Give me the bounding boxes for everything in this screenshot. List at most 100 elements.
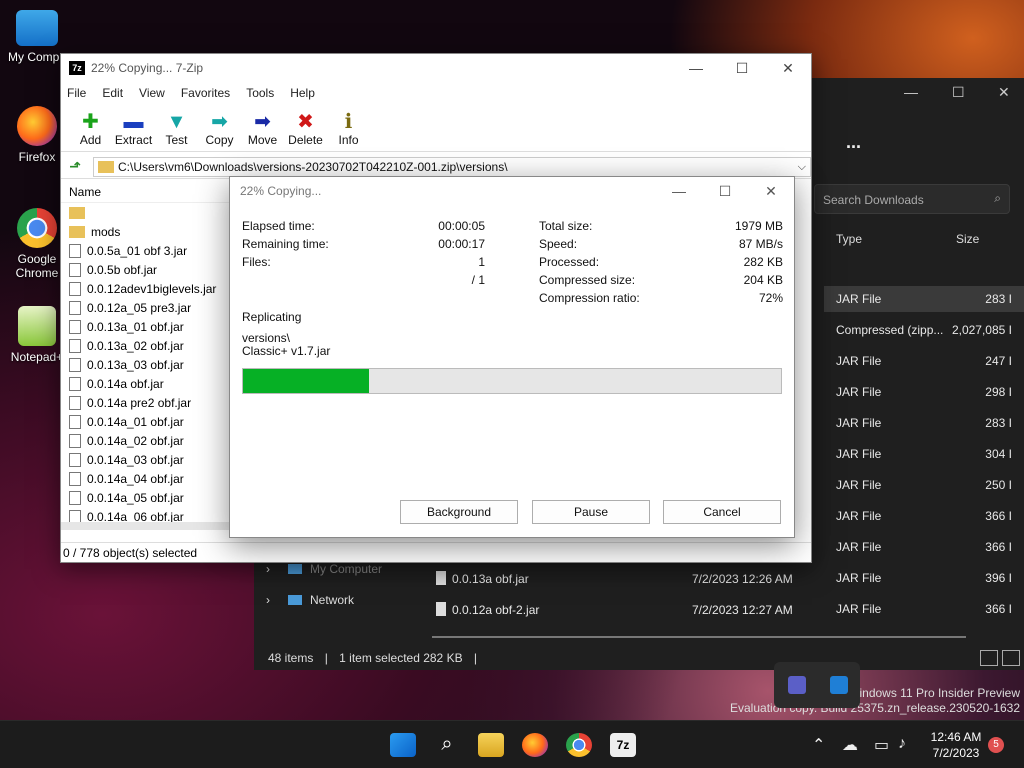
maximize-button[interactable]: ☐ bbox=[719, 54, 765, 82]
copy-button[interactable]: ➡ Copy bbox=[198, 111, 241, 147]
taskbar: ⌕ 7z ⌃ ☁ ▭ ♪ 12:46 AM 7/2/2023 5 bbox=[0, 720, 1024, 768]
column-header-name[interactable]: Name bbox=[61, 181, 231, 203]
file-icon bbox=[69, 452, 81, 467]
explorer-close-button[interactable]: ✕ bbox=[998, 84, 1010, 101]
up-folder-icon[interactable]: ⬏ bbox=[61, 158, 89, 175]
search-icon[interactable]: ⌕ bbox=[434, 733, 460, 757]
table-row[interactable]: JAR File 247 I bbox=[824, 348, 1024, 374]
menu-bar: File Edit View Favorites Tools Help bbox=[61, 82, 811, 104]
add-button[interactable]: ✚ Add bbox=[69, 111, 112, 147]
current-file: Classic+ v1.7.jar bbox=[242, 344, 331, 358]
list-item[interactable]: 0.0.13a_02 obf.jar bbox=[61, 336, 231, 355]
speaker-icon[interactable]: ♪ bbox=[898, 735, 906, 753]
address-path: C:\Users\vm6\Downloads\versions-20230702… bbox=[118, 160, 508, 174]
info-icon: ℹ bbox=[344, 111, 353, 133]
move-button[interactable]: ➡ Move bbox=[241, 111, 284, 147]
table-row[interactable]: JAR File 304 I bbox=[824, 441, 1024, 467]
list-item[interactable]: mods bbox=[61, 222, 231, 241]
copy-progress-bar bbox=[242, 368, 782, 394]
folder-icon bbox=[98, 161, 114, 173]
copying-dialog[interactable]: 22% Copying... — ☐ ✕ Elapsed time: 00:00… bbox=[229, 176, 795, 538]
system-clock[interactable]: 12:46 AM 7/2/2023 bbox=[924, 729, 988, 761]
cloud-off-icon[interactable]: ☁ bbox=[842, 735, 858, 755]
menu-view[interactable]: View bbox=[139, 86, 165, 100]
explorer-search-input[interactable]: Search Downloads ⌕ bbox=[814, 184, 1010, 214]
details-view-icon[interactable] bbox=[980, 650, 998, 666]
explorer-minimize-button[interactable]: — bbox=[904, 84, 918, 100]
table-row[interactable]: JAR File 283 I bbox=[824, 286, 1024, 312]
windows-start-icon[interactable] bbox=[390, 733, 416, 757]
horizontal-scrollbar[interactable] bbox=[432, 636, 966, 638]
list-item[interactable]: 0.0.14a obf.jar bbox=[61, 374, 231, 393]
firefox-icon[interactable] bbox=[522, 733, 548, 757]
7zip-taskbar-icon[interactable]: 7z bbox=[610, 733, 636, 757]
compression-ratio-value: 72% bbox=[758, 291, 783, 305]
total-size-label: Total size: bbox=[539, 219, 593, 233]
dialog-close-button[interactable]: ✕ bbox=[748, 177, 794, 205]
list-item[interactable]: 0.0.13a_01 obf.jar bbox=[61, 317, 231, 336]
info-button[interactable]: ℹ Info bbox=[327, 111, 370, 147]
minimize-button[interactable]: — bbox=[673, 54, 719, 82]
file-row[interactable]: 0.0.12a obf-2.jar 7/2/2023 12:27 AM bbox=[432, 597, 992, 623]
column-header-type[interactable]: Type bbox=[836, 232, 862, 246]
list-item[interactable]: 0.0.5b obf.jar bbox=[61, 260, 231, 279]
pause-button[interactable]: Pause bbox=[532, 500, 650, 524]
list-item[interactable]: 0.0.14a_03 obf.jar bbox=[61, 450, 231, 469]
table-row[interactable]: JAR File 366 I bbox=[824, 534, 1024, 560]
list-item[interactable]: 0.0.14a_05 obf.jar bbox=[61, 488, 231, 507]
table-row[interactable]: JAR File 298 I bbox=[824, 379, 1024, 405]
defender-icon[interactable] bbox=[830, 676, 848, 694]
table-row[interactable]: Compressed (zipp... 2,027,085 I bbox=[824, 317, 1024, 343]
file-icon bbox=[69, 490, 81, 505]
chrome-icon[interactable] bbox=[566, 733, 592, 757]
list-item[interactable]: 0.0.14a_02 obf.jar bbox=[61, 431, 231, 450]
explorer-maximize-button[interactable]: ☐ bbox=[952, 84, 965, 101]
cancel-button[interactable]: Cancel bbox=[663, 500, 781, 524]
file-list[interactable]: Name mods 0.0.5a_01 obf 3.jar 0.0.5b obf… bbox=[61, 181, 231, 526]
column-header-size[interactable]: Size bbox=[956, 232, 979, 246]
horizontal-scrollbar[interactable] bbox=[61, 522, 231, 530]
list-item[interactable]: 0.0.14a_01 obf.jar bbox=[61, 412, 231, 431]
table-row[interactable]: JAR File 283 I bbox=[824, 410, 1024, 436]
chevron-down-icon[interactable]: ⌵ bbox=[798, 161, 806, 174]
chevron-up-icon[interactable]: ⌃ bbox=[812, 735, 825, 755]
extract-button[interactable]: ▬ Extract bbox=[112, 111, 155, 147]
list-item[interactable]: 0.0.12adev1biglevels.jar bbox=[61, 279, 231, 298]
network-icon[interactable]: ▭ bbox=[874, 735, 889, 755]
list-item[interactable]: 0.0.14a pre2 obf.jar bbox=[61, 393, 231, 412]
file-row[interactable]: 0.0.13a obf.jar 7/2/2023 12:26 AM bbox=[432, 566, 992, 592]
list-item[interactable]: 0.0.12a_05 pre3.jar bbox=[61, 298, 231, 317]
network-icon bbox=[288, 595, 302, 605]
file-icon bbox=[69, 376, 81, 391]
table-row[interactable]: JAR File 366 I bbox=[824, 503, 1024, 529]
menu-file[interactable]: File bbox=[67, 86, 86, 100]
dialog-minimize-button[interactable]: — bbox=[656, 177, 702, 205]
menu-favorites[interactable]: Favorites bbox=[181, 86, 230, 100]
dialog-maximize-button[interactable]: ☐ bbox=[702, 177, 748, 205]
computer-icon bbox=[288, 564, 302, 574]
tiles-view-icon[interactable] bbox=[1002, 650, 1020, 666]
table-row[interactable]: JAR File 250 I bbox=[824, 472, 1024, 498]
notification-badge[interactable]: 5 bbox=[988, 737, 1004, 753]
menu-tools[interactable]: Tools bbox=[246, 86, 274, 100]
background-button[interactable]: Background bbox=[400, 500, 518, 524]
explorer-more-button[interactable]: ... bbox=[846, 132, 861, 153]
list-item[interactable] bbox=[61, 203, 231, 222]
list-item[interactable]: 0.0.5a_01 obf 3.jar bbox=[61, 241, 231, 260]
file-icon bbox=[69, 319, 81, 334]
folder-icon bbox=[69, 206, 85, 219]
file-explorer-icon[interactable] bbox=[478, 733, 504, 757]
list-item[interactable]: 0.0.14a_04 obf.jar bbox=[61, 469, 231, 488]
tray-overflow-popup bbox=[774, 662, 860, 708]
menu-edit[interactable]: Edit bbox=[102, 86, 123, 100]
address-input[interactable]: C:\Users\vm6\Downloads\versions-20230702… bbox=[93, 157, 811, 177]
menu-help[interactable]: Help bbox=[290, 86, 315, 100]
search-icon: ⌕ bbox=[994, 191, 1001, 205]
list-item[interactable]: 0.0.13a_03 obf.jar bbox=[61, 355, 231, 374]
teams-icon[interactable] bbox=[788, 676, 806, 694]
close-button[interactable]: ✕ bbox=[765, 54, 811, 82]
delete-button[interactable]: ✖ Delete bbox=[284, 111, 327, 147]
nav-item-network[interactable]: › Network bbox=[254, 587, 414, 613]
file-icon bbox=[69, 243, 81, 258]
test-button[interactable]: ▼ Test bbox=[155, 111, 198, 147]
